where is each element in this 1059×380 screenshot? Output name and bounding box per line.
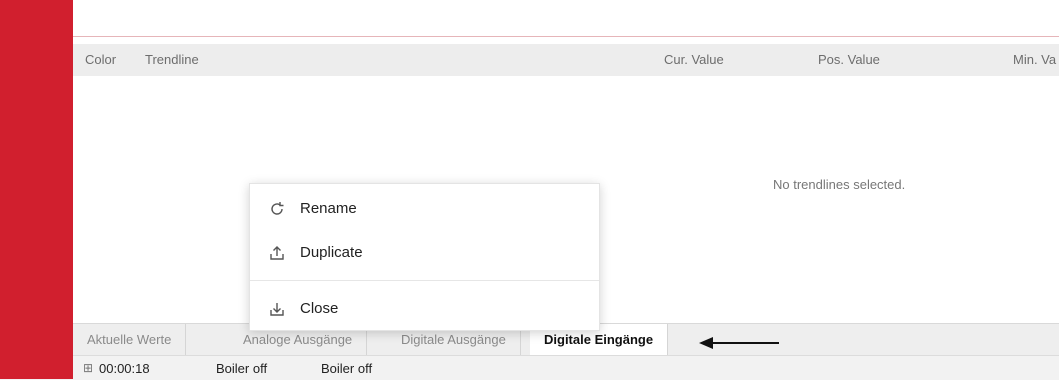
- column-min-value[interactable]: Min. Va: [1013, 52, 1056, 67]
- menu-item-close[interactable]: Close: [250, 292, 599, 326]
- network-icon: ⊞: [83, 361, 94, 375]
- pointer-arrow: [699, 337, 779, 349]
- menu-item-duplicate[interactable]: Duplicate: [250, 236, 599, 270]
- menu-divider: [250, 280, 599, 281]
- column-pos-value[interactable]: Pos. Value: [818, 52, 880, 67]
- refresh-icon: [268, 200, 286, 218]
- column-trendline[interactable]: Trendline: [145, 52, 199, 67]
- column-cur-value[interactable]: Cur. Value: [664, 52, 724, 67]
- menu-item-label: Close: [300, 300, 339, 317]
- menu-item-rename[interactable]: Rename: [250, 192, 599, 226]
- status-boiler-2: Boiler off: [321, 361, 373, 376]
- status-bar: ⊞ 00:00:18 Boiler off Boiler off: [73, 355, 1059, 380]
- table-header: Color Trendline Cur. Value Pos. Value Mi…: [73, 44, 1059, 76]
- status-time: 00:00:18: [99, 361, 150, 376]
- toolbar-strip: [73, 0, 1059, 37]
- upload-icon: [268, 244, 286, 262]
- context-menu: Rename Duplicate Close: [249, 183, 600, 331]
- menu-item-label: Duplicate: [300, 244, 363, 261]
- empty-message: No trendlines selected.: [773, 177, 906, 192]
- download-icon: [268, 300, 286, 318]
- app-sidebar-strip: [0, 0, 73, 379]
- column-color[interactable]: Color: [85, 52, 116, 67]
- menu-item-label: Rename: [300, 200, 357, 217]
- tab-aktuelle-werte[interactable]: Aktuelle Werte: [73, 324, 187, 355]
- status-boiler-1: Boiler off: [216, 361, 268, 376]
